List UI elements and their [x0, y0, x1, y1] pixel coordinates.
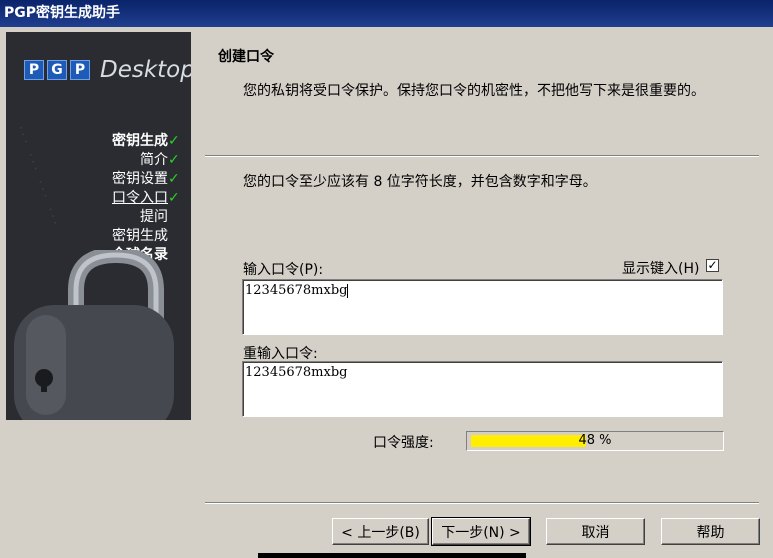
logo-letter: P [24, 60, 44, 80]
wizard-step: 密钥生成✓ [112, 132, 180, 151]
checkmark-icon: ✓ [168, 133, 180, 149]
strength-label: 口令强度: [373, 435, 434, 451]
wizard-step-label: 简介 [140, 152, 168, 168]
wizard-step: 密钥设置✓ [112, 170, 180, 189]
cancel-button[interactable]: 取消 [546, 518, 645, 545]
passphrase-strength-bar: 48 % [466, 431, 724, 451]
wizard-step-label: 密钥设置 [112, 171, 168, 187]
confirm-passphrase-value: 12345678mxbg [245, 365, 348, 380]
back-button[interactable]: < 上一步(B) [332, 518, 429, 545]
wizard-step-label: 口令入口 [112, 190, 168, 206]
window-title: PGP密钥生成助手 [0, 0, 773, 27]
logo-text: Desktop [100, 57, 191, 83]
show-typing-label[interactable]: 显示键入(H) [622, 258, 699, 278]
padlock-icon [14, 250, 174, 420]
wizard-steps: 密钥生成✓ 简介✓ 密钥设置✓ 口令入口✓ 提问 密钥生成 全球名录 [112, 132, 180, 265]
logo-letter: G [47, 60, 67, 80]
wizard-step: 密钥生成 [112, 227, 179, 246]
strength-percent: 48 % [578, 433, 612, 448]
wizard-step: 口令入口✓ [112, 189, 180, 208]
checkmark-icon: ✓ [168, 190, 180, 206]
page-description: 您的私钥将受口令保护。保持您口令的机密性，不把他写下来是很重要的。 [243, 83, 705, 99]
wizard-step: 提问 [112, 208, 179, 227]
checkmark-icon: ✓ [168, 152, 180, 168]
help-button[interactable]: 帮助 [661, 518, 760, 545]
next-button[interactable]: 下一步(N) > [431, 517, 531, 546]
passphrase-requirement: 您的口令至少应该有 8 位字符长度，并包含数字和字母。 [243, 174, 597, 190]
wizard-step: 简介✓ [112, 151, 180, 170]
show-typing-checkbox[interactable]: ✓ [706, 259, 719, 272]
logo-letter: P [70, 60, 90, 80]
confirm-passphrase-input[interactable]: 12345678mxbg [242, 361, 723, 417]
wizard-step-label: 密钥生成 [112, 228, 168, 244]
divider [205, 155, 759, 157]
passphrase-value: 12345678mxbg [245, 283, 348, 298]
checkmark-icon: ✓ [168, 171, 180, 187]
pgp-desktop-logo: P G P Desktop [24, 57, 191, 83]
wizard-step-label: 密钥生成 [112, 133, 168, 149]
wizard-step-label: 提问 [140, 209, 168, 225]
taskbar-edge [258, 553, 526, 558]
divider [205, 502, 759, 504]
sidebar-panel: ··· ··· ··· ··· P G P Desktop 密钥生成✓ 简介✓ 密钥… [6, 32, 191, 420]
text-caret [347, 283, 349, 298]
passphrase-label: 输入口令(P): [243, 262, 324, 278]
page-title: 创建口令 [218, 49, 274, 65]
confirm-passphrase-label: 重输入口令: [243, 346, 318, 362]
passphrase-input[interactable]: 12345678mxbg [242, 279, 723, 335]
